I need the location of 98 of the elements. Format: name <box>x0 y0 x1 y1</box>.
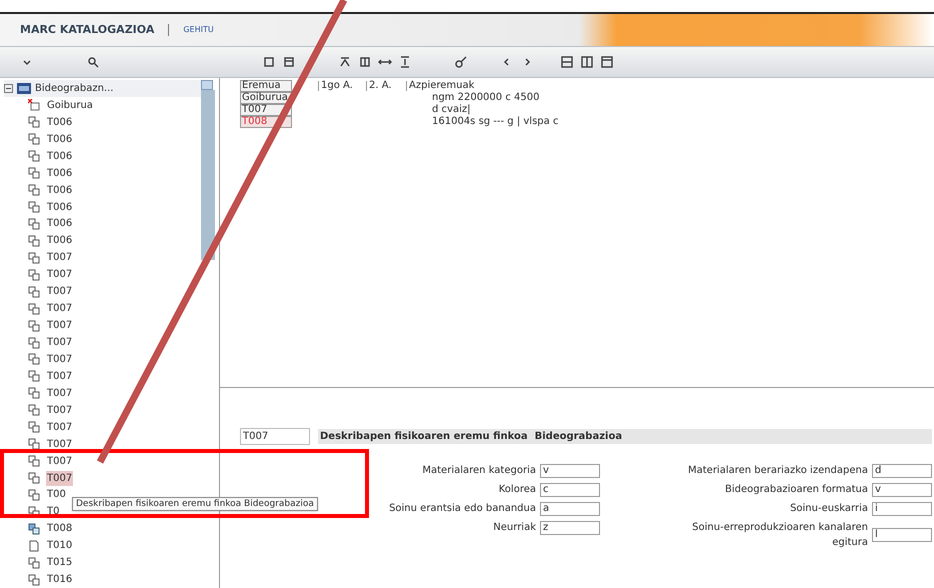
table-cell: ngm 2200000 c 4500 <box>432 93 540 103</box>
copy-icon <box>28 218 40 230</box>
tree-item[interactable]: T007 <box>46 335 74 350</box>
copy-icon <box>28 522 40 535</box>
tree-item[interactable]: T007 <box>46 301 74 316</box>
tree-item[interactable]: T00 <box>46 487 67 502</box>
tree-item[interactable]: T007 <box>46 420 74 435</box>
copy-icon <box>28 336 40 349</box>
input-field[interactable]: c <box>540 482 600 496</box>
tree-item[interactable]: T006 <box>46 132 74 147</box>
document-x-icon <box>28 99 40 112</box>
column-header[interactable]: Eremua <box>240 80 292 92</box>
input-field[interactable]: i <box>872 502 932 516</box>
table-cell: 161004s sg --- g | vlspa c <box>432 117 558 127</box>
copy-icon <box>28 472 40 484</box>
page-icon <box>28 540 40 552</box>
insert-icon[interactable] <box>338 55 352 69</box>
app-title: MARC KATALOGAZIOA <box>20 22 154 38</box>
add-link[interactable]: GEHITU <box>183 24 214 36</box>
table-cell[interactable]: Goiburua <box>240 92 292 104</box>
copy-icon <box>28 353 40 366</box>
tree-item[interactable]: Goiburua <box>46 98 94 113</box>
layout-icon[interactable] <box>600 55 614 69</box>
tree-item[interactable]: T015 <box>46 555 74 570</box>
tree-item[interactable]: T016 <box>46 572 74 588</box>
field-label: Soinu erantsia edo banandua <box>389 502 536 516</box>
layout-icon[interactable] <box>580 55 594 69</box>
copy-icon <box>28 268 40 281</box>
input-field[interactable]: a <box>540 502 600 516</box>
tree-item[interactable]: T006 <box>46 166 74 181</box>
field-label: Materialaren kategoria <box>422 464 536 478</box>
tree-item[interactable]: T006 <box>46 216 74 232</box>
tree-item[interactable]: T007 <box>46 402 74 418</box>
column-header[interactable]: Azpieremuak <box>406 81 474 91</box>
field-label: Bideograbazioaren formatua <box>725 483 868 497</box>
copy-icon <box>28 286 40 298</box>
tree-item[interactable]: T007 <box>46 386 74 401</box>
copy-icon <box>28 387 40 400</box>
tree-item[interactable]: T007 <box>46 454 74 469</box>
field-code: T007 <box>240 428 310 445</box>
collapse-icon[interactable] <box>4 84 13 93</box>
copy-icon <box>28 252 40 264</box>
copy-icon <box>28 556 40 569</box>
tree-item[interactable]: T010 <box>46 538 74 554</box>
tree-item[interactable]: T007 <box>46 267 74 282</box>
input-field[interactable]: l <box>872 528 932 542</box>
copy-icon <box>28 455 40 468</box>
column-header[interactable]: 2. A. <box>366 81 406 91</box>
field-label: Kolorea <box>498 483 536 497</box>
align-icon[interactable] <box>398 55 412 69</box>
copy-icon <box>28 116 40 128</box>
square-icon[interactable] <box>262 55 276 69</box>
copy-icon <box>28 201 40 214</box>
copy-icon <box>28 370 40 382</box>
field-label: Soinu-euskarria <box>790 502 868 516</box>
tree-item[interactable]: T006 <box>46 200 74 215</box>
tree-item[interactable]: T008 <box>46 521 74 536</box>
field-label: Neurriak <box>493 521 536 535</box>
field-label: Soinu-erreprodukzioaren kanalaren egitura <box>691 521 868 550</box>
tree-item[interactable]: T007 <box>46 352 74 367</box>
copy-icon <box>28 184 40 196</box>
tree-item[interactable]: T007 <box>46 436 74 452</box>
scrollbar-thumb[interactable] <box>201 90 215 260</box>
column-header[interactable]: 1go A. <box>318 81 366 91</box>
copy-icon <box>28 421 40 434</box>
input-field[interactable]: z <box>540 520 600 534</box>
tree-root[interactable]: Bideograbazn... <box>4 80 201 97</box>
magnifier-icon[interactable] <box>454 55 468 69</box>
copy-icon <box>28 234 40 247</box>
tree-item[interactable]: T0 <box>46 504 60 520</box>
field-title: Deskribapen fisikoaren eremu finkoa Bideograbazioa <box>318 429 932 444</box>
tree-item[interactable]: T006 <box>46 182 74 198</box>
tree-item[interactable]: T007 <box>46 284 74 300</box>
tree-item[interactable]: T007 <box>46 368 74 384</box>
copy-icon <box>28 302 40 315</box>
copy-icon <box>28 404 40 416</box>
tooltip: Deskribapen fisikoaren eremu finkoa Bideograbazioa <box>72 497 318 511</box>
copy-icon <box>28 488 40 501</box>
copy-icon <box>28 150 40 162</box>
field-label: Materialaren berariazko izendapena <box>688 464 868 478</box>
columns-icon[interactable] <box>358 55 372 69</box>
copy-icon <box>28 320 40 332</box>
tree-item[interactable]: T007 <box>46 318 74 334</box>
input-field[interactable]: d <box>872 464 932 478</box>
input-field[interactable]: v <box>540 464 600 478</box>
video-icon <box>17 82 31 94</box>
tree-item[interactable]: T006 <box>46 148 74 164</box>
input-field[interactable]: v <box>872 482 932 496</box>
tree-item[interactable]: T007 <box>46 470 74 486</box>
copy-icon <box>28 438 40 450</box>
tree-item[interactable]: T006 <box>46 114 74 130</box>
tree-item[interactable]: T006 <box>46 233 74 248</box>
table-cell: d cvaiz| <box>432 105 470 115</box>
tree-item[interactable]: T007 <box>46 250 74 266</box>
copy-icon <box>28 133 40 146</box>
search-icon[interactable] <box>86 55 100 69</box>
copy-icon <box>28 167 40 180</box>
layout-icon[interactable] <box>560 55 574 69</box>
